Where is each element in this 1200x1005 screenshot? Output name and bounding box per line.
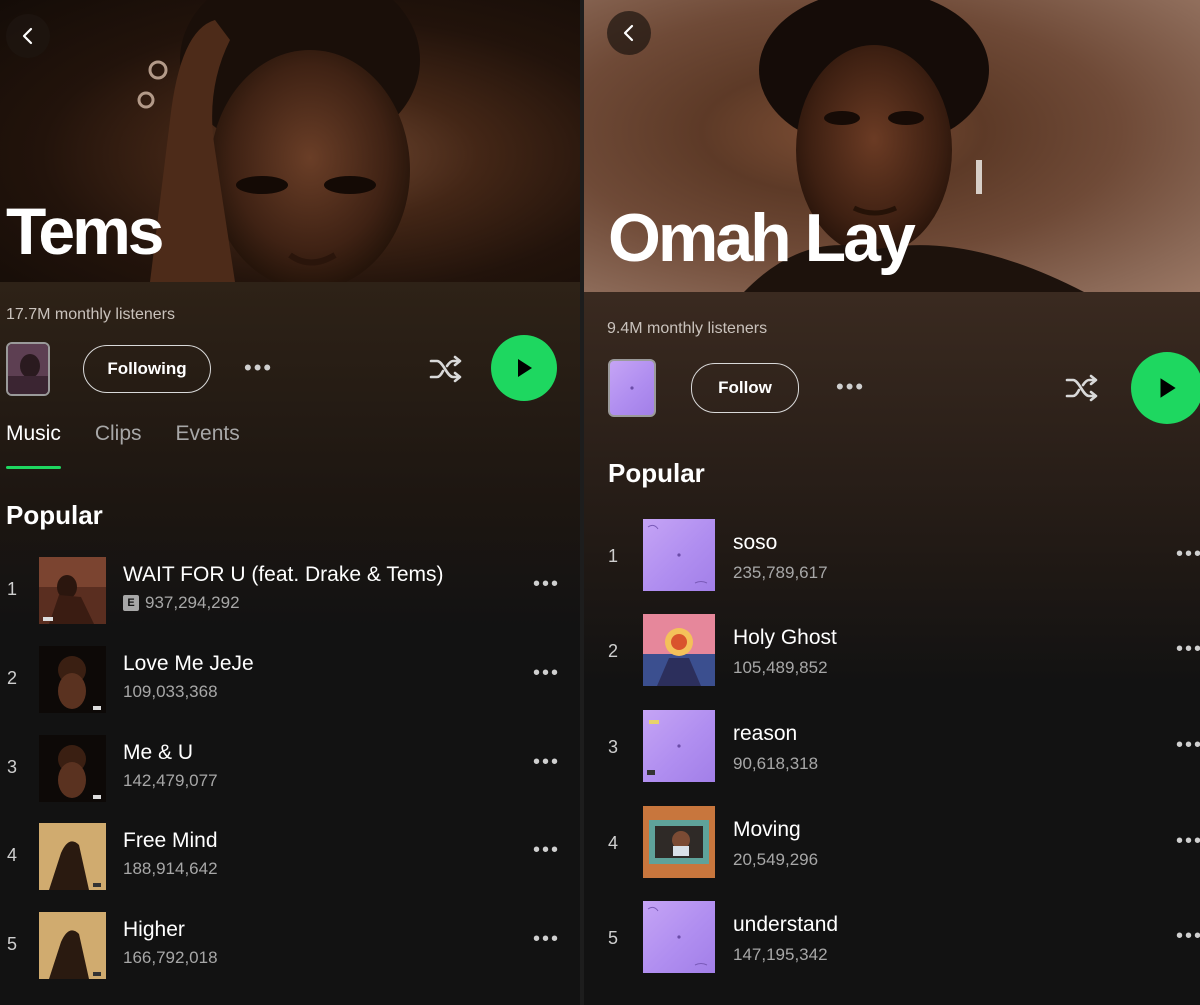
follow-button[interactable]: Follow [691, 363, 799, 413]
track-cover [643, 519, 715, 591]
track-row[interactable]: 4 Moving 20,549,296 ••• [584, 806, 1200, 878]
track-row[interactable]: 5 Higher 166,792,018 ••• [0, 912, 580, 982]
play-icon [518, 359, 532, 377]
section-title-popular: Popular [6, 500, 103, 530]
track-title: Higher [123, 918, 185, 941]
following-button[interactable]: Following [83, 345, 211, 393]
track-title: Moving [733, 818, 801, 841]
play-icon [1160, 378, 1176, 398]
track-play-count: 235,789,617 [733, 563, 828, 582]
track-title: Me & U [123, 741, 194, 764]
track-cover [643, 614, 715, 686]
track-row[interactable]: 3 reason 90,618,318 ••• [584, 710, 1200, 782]
shuffle-icon [1065, 374, 1098, 402]
track-cover [643, 806, 715, 878]
track-more-button[interactable]: ••• [1176, 543, 1200, 566]
more-options-button[interactable]: ••• [836, 374, 865, 400]
track-cover [39, 912, 106, 979]
monthly-listeners: 9.4M monthly listeners [607, 320, 768, 337]
shuffle-icon [429, 355, 462, 383]
shuffle-button[interactable] [1064, 372, 1100, 409]
track-cover [643, 710, 715, 782]
track-title: Holy Ghost [733, 626, 837, 649]
track-title: understand [733, 913, 839, 936]
track-title: Love Me JeJe [123, 652, 254, 675]
track-cover [39, 823, 106, 890]
track-row[interactable]: 4 Free Mind 188,914,642 ••• [0, 823, 580, 893]
more-options-button[interactable]: ••• [244, 355, 273, 381]
track-number: 4 [7, 845, 18, 865]
section-title-popular: Popular [608, 458, 705, 488]
artist-name: Omah Lay [608, 200, 916, 276]
track-play-count: 166,792,018 [123, 948, 218, 967]
artist-pick-thumbnail[interactable] [6, 342, 50, 396]
track-more-button[interactable]: ••• [1176, 638, 1200, 661]
play-count-text: 937,294,292 [145, 593, 240, 612]
explicit-badge: E [123, 595, 139, 611]
tab-bar: Music Clips Events [6, 422, 240, 469]
artist-pick-thumbnail[interactable] [608, 359, 656, 417]
track-play-count: 105,489,852 [733, 658, 828, 677]
shuffle-button[interactable] [428, 353, 464, 390]
track-more-button[interactable]: ••• [533, 751, 560, 774]
back-button[interactable] [6, 14, 50, 58]
back-button[interactable] [607, 11, 651, 55]
track-number: 5 [608, 928, 619, 948]
track-more-button[interactable]: ••• [533, 928, 560, 951]
track-number: 2 [7, 668, 18, 688]
artist-name: Tems [6, 194, 165, 268]
track-row[interactable]: 1 soso 235,789,617 ••• [584, 519, 1200, 591]
track-title: WAIT FOR U (feat. Drake & Tems) [123, 563, 444, 586]
artist-pick-image [8, 344, 48, 394]
track-row[interactable]: 2 Love Me JeJe 109,033,368 ••• [0, 646, 580, 716]
track-cover [643, 901, 715, 973]
track-play-count: 90,618,318 [733, 754, 819, 773]
track-title: soso [733, 531, 778, 554]
track-more-button[interactable]: ••• [533, 573, 560, 596]
track-cover [39, 557, 106, 624]
tab-clips[interactable]: Clips [95, 422, 142, 456]
tab-events[interactable]: Events [176, 422, 240, 456]
track-more-button[interactable]: ••• [1176, 830, 1200, 853]
monthly-listeners: 17.7M monthly listeners [6, 306, 175, 323]
track-number: 5 [7, 934, 18, 954]
track-row[interactable]: 5 understand 147,195,342 ••• [584, 901, 1200, 973]
artist-page-tems: Tems 17.7M monthly listeners Following •… [0, 0, 580, 1005]
header-gradient [0, 282, 580, 1005]
chevron-left-icon [623, 24, 634, 42]
track-title: reason [733, 722, 798, 745]
track-number: 3 [7, 757, 18, 777]
track-play-count: 147,195,342 [733, 945, 828, 964]
track-play-count: 142,479,077 [123, 771, 218, 790]
track-more-button[interactable]: ••• [533, 662, 560, 685]
track-more-button[interactable]: ••• [533, 839, 560, 862]
track-row[interactable]: 1 WAIT FOR U (feat. Drake & Tems) E 937,… [0, 557, 580, 627]
track-number: 1 [608, 546, 619, 566]
tab-music[interactable]: Music [6, 422, 61, 469]
track-number: 4 [608, 833, 619, 853]
artist-page-omah-lay: Omah Lay 9.4M monthly listeners Follow •… [584, 0, 1200, 1005]
chevron-left-icon [22, 27, 33, 45]
track-title: Free Mind [123, 829, 218, 852]
track-number: 1 [7, 579, 18, 599]
track-play-count: 109,033,368 [123, 682, 218, 701]
play-button[interactable] [1131, 352, 1200, 424]
track-number: 3 [608, 737, 619, 757]
track-cover [39, 646, 106, 713]
track-cover [39, 735, 106, 802]
play-button[interactable] [491, 335, 557, 401]
track-more-button[interactable]: ••• [1176, 925, 1200, 948]
track-play-count: E 937,294,292 [123, 593, 240, 613]
track-row[interactable]: 2 Holy Ghost 105,489,852 ••• [584, 614, 1200, 686]
track-number: 2 [608, 641, 619, 661]
track-play-count: 188,914,642 [123, 859, 218, 878]
track-row[interactable]: 3 Me & U 142,479,077 ••• [0, 735, 580, 805]
artist-pick-image [630, 386, 634, 390]
track-play-count: 20,549,296 [733, 850, 819, 869]
track-more-button[interactable]: ••• [1176, 734, 1200, 757]
